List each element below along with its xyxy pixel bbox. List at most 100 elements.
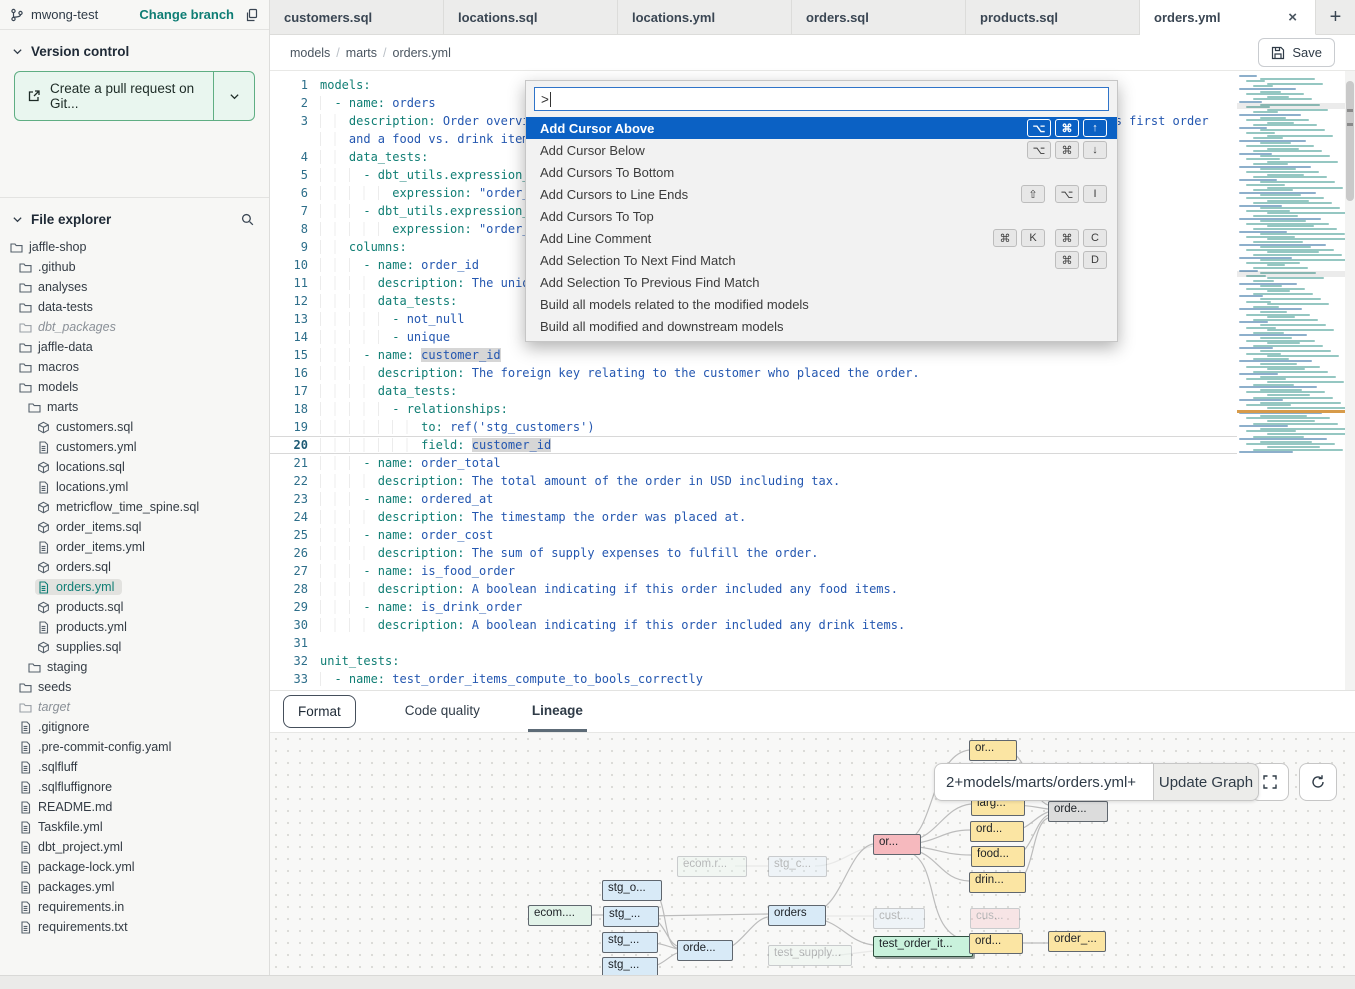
editor-line-32[interactable]: 32unit_tests:	[270, 652, 1355, 670]
tree-item-models[interactable]: models	[0, 377, 269, 397]
lineage-node-cus[interactable]: cus...	[970, 908, 1020, 929]
palette-item-6[interactable]: Add Line Comment⌘K⌘C	[526, 227, 1117, 249]
panel-tab-lineage[interactable]: Lineage	[528, 691, 587, 732]
version-control-header[interactable]: Version control	[0, 30, 269, 67]
lineage-node-stg_[interactable]: stg_...	[602, 932, 658, 953]
lineage-node-order_[interactable]: order_...	[1048, 931, 1106, 952]
copy-icon[interactable]	[245, 8, 259, 22]
tree-item-analyses[interactable]: analyses	[0, 277, 269, 297]
editor-line-23[interactable]: 23 - name: ordered_at	[270, 490, 1355, 508]
tree-item-data-tests[interactable]: data-tests	[0, 297, 269, 317]
lineage-node-stg_[interactable]: stg_...	[602, 957, 658, 975]
lineage-node-orders[interactable]: orders	[768, 905, 826, 926]
tree-item-orders.sql[interactable]: orders.sql	[0, 557, 269, 577]
close-icon[interactable]: ×	[1284, 9, 1301, 26]
lineage-node-orde[interactable]: orde...	[677, 940, 733, 961]
tab-customers.sql[interactable]: customers.sql	[270, 0, 444, 35]
lineage-panel[interactable]: ecom....stg_o...stg_...stg_...stg_...ord…	[270, 733, 1355, 975]
editor-line-26[interactable]: 26 description: The sum of supply expens…	[270, 544, 1355, 562]
editor-line-22[interactable]: 22 description: The total amount of the …	[270, 472, 1355, 490]
palette-item-1[interactable]: Add Cursor Above⌥⌘↑	[526, 117, 1117, 139]
tab-orders.yml[interactable]: orders.yml×	[1140, 0, 1316, 35]
tab-locations.sql[interactable]: locations.sql	[444, 0, 618, 35]
tree-item-metricflow_time_spine.sql[interactable]: metricflow_time_spine.sql	[0, 497, 269, 517]
panel-tab-code-quality[interactable]: Code quality	[401, 691, 484, 732]
lineage-node-stg_[interactable]: stg_...	[603, 906, 659, 927]
lineage-node-test_supply[interactable]: test_supply...	[768, 945, 852, 966]
tree-item-target[interactable]: target	[0, 697, 269, 717]
editor-line-30[interactable]: 30 description: A boolean indicating if …	[270, 616, 1355, 634]
tree-item-marts[interactable]: marts	[0, 397, 269, 417]
lineage-node-or[interactable]: or...	[873, 834, 921, 855]
tree-item-README.md[interactable]: README.md	[0, 797, 269, 817]
pr-dropdown-caret[interactable]	[213, 72, 254, 120]
tree-item-requirements.txt[interactable]: requirements.txt	[0, 917, 269, 937]
lineage-node-or[interactable]: or...	[969, 740, 1017, 761]
lineage-node-ecomr[interactable]: ecom.r...	[677, 856, 747, 877]
tree-item-products.yml[interactable]: products.yml	[0, 617, 269, 637]
tree-item-package-lock.yml[interactable]: package-lock.yml	[0, 857, 269, 877]
palette-item-4[interactable]: Add Cursors to Line Ends⇧⌥I	[526, 183, 1117, 205]
tree-item-dbt_project.yml[interactable]: dbt_project.yml	[0, 837, 269, 857]
tree-item-Taskfile.yml[interactable]: Taskfile.yml	[0, 817, 269, 837]
tree-item-locations.yml[interactable]: locations.yml	[0, 477, 269, 497]
editor-line-21[interactable]: 21 - name: order_total	[270, 454, 1355, 472]
format-button[interactable]: Format	[283, 695, 356, 728]
editor-line-31[interactable]: 31	[270, 634, 1355, 652]
tree-item-jaffle-data[interactable]: jaffle-data	[0, 337, 269, 357]
tree-item-packages.yml[interactable]: packages.yml	[0, 877, 269, 897]
tree-item-macros[interactable]: macros	[0, 357, 269, 377]
palette-item-3[interactable]: Add Cursors To Bottom	[526, 161, 1117, 183]
editor-line-24[interactable]: 24 description: The timestamp the order …	[270, 508, 1355, 526]
lineage-node-drin[interactable]: drin...	[969, 872, 1026, 893]
tab-locations.yml[interactable]: locations.yml	[618, 0, 792, 35]
file-explorer-header[interactable]: File explorer	[0, 197, 269, 235]
update-graph-button[interactable]: Update Graph	[1153, 763, 1259, 801]
tree-item-products.sql[interactable]: products.sql	[0, 597, 269, 617]
tree-item-locations.sql[interactable]: locations.sql	[0, 457, 269, 477]
breadcrumb-models[interactable]: models	[290, 46, 330, 60]
new-tab-button[interactable]: +	[1316, 0, 1355, 35]
tree-item-customers.sql[interactable]: customers.sql	[0, 417, 269, 437]
palette-item-8[interactable]: Add Selection To Previous Find Match	[526, 271, 1117, 293]
lineage-node-stg_c[interactable]: stg_c...	[768, 856, 827, 877]
editor-line-17[interactable]: 17 data_tests:	[270, 382, 1355, 400]
tree-item-.pre-commit-config.yaml[interactable]: .pre-commit-config.yaml	[0, 737, 269, 757]
tree-item-.gitignore[interactable]: .gitignore	[0, 717, 269, 737]
lineage-node-cust[interactable]: cust...	[873, 908, 925, 929]
palette-input[interactable]: >	[534, 87, 1109, 111]
lineage-node-food[interactable]: food...	[971, 846, 1025, 867]
editor-line-16[interactable]: 16 description: The foreign key relating…	[270, 364, 1355, 382]
editor-line-19[interactable]: 19 to: ref('stg_customers')	[270, 418, 1355, 436]
tree-item-seeds[interactable]: seeds	[0, 677, 269, 697]
tree-item-.sqlfluff[interactable]: .sqlfluff	[0, 757, 269, 777]
tree-item-jaffle-shop[interactable]: jaffle-shop	[0, 237, 269, 257]
tree-item-requirements.in[interactable]: requirements.in	[0, 897, 269, 917]
editor-line-20[interactable]: 20 field: customer_id	[270, 436, 1355, 454]
breadcrumb-marts[interactable]: marts	[346, 46, 377, 60]
tree-item-.github[interactable]: .github	[0, 257, 269, 277]
horizontal-scrollbar-strip[interactable]	[0, 975, 1355, 989]
editor-line-25[interactable]: 25 - name: order_cost	[270, 526, 1355, 544]
tree-item-.sqlfluffignore[interactable]: .sqlfluffignore	[0, 777, 269, 797]
lineage-node-test_order_it[interactable]: test_order_it...	[873, 936, 973, 957]
palette-item-5[interactable]: Add Cursors To Top	[526, 205, 1117, 227]
editor-line-18[interactable]: 18 - relationships:	[270, 400, 1355, 418]
editor-line-29[interactable]: 29 - name: is_drink_order	[270, 598, 1355, 616]
editor-line-28[interactable]: 28 description: A boolean indicating if …	[270, 580, 1355, 598]
tree-item-dbt_packages[interactable]: dbt_packages	[0, 317, 269, 337]
refresh-button[interactable]	[1299, 763, 1337, 801]
minimap[interactable]	[1237, 75, 1345, 675]
lineage-selector-input[interactable]: 2+models/marts/orders.yml+	[934, 763, 1153, 801]
palette-item-2[interactable]: Add Cursor Below⌥⌘↓	[526, 139, 1117, 161]
create-pr-button[interactable]: Create a pull request on Git...	[14, 71, 255, 121]
tree-item-order_items.sql[interactable]: order_items.sql	[0, 517, 269, 537]
palette-item-10[interactable]: Build all modified and downstream models	[526, 315, 1117, 337]
tab-products.sql[interactable]: products.sql	[966, 0, 1140, 35]
tab-orders.sql[interactable]: orders.sql	[792, 0, 966, 35]
search-icon[interactable]	[240, 212, 255, 227]
lineage-node-ord[interactable]: ord...	[969, 933, 1023, 954]
editor-line-33[interactable]: 33 - name: test_order_items_compute_to_b…	[270, 670, 1355, 688]
tree-item-staging[interactable]: staging	[0, 657, 269, 677]
lineage-node-stg_o[interactable]: stg_o...	[602, 880, 662, 901]
